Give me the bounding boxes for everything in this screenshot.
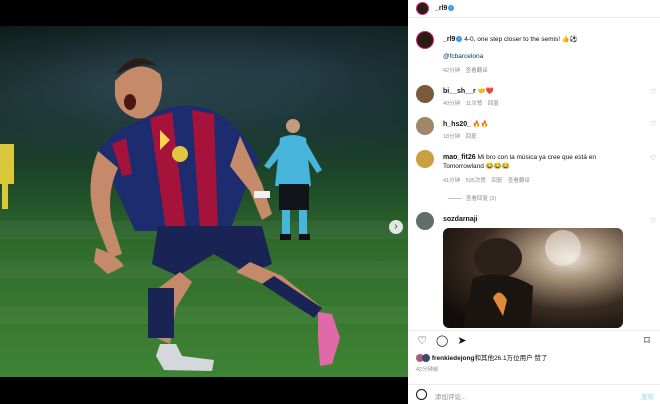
comment-translate-link[interactable]: 查看翻译 [508, 178, 530, 184]
caption-text: 4-0, one step closer to the semis! 👍⚽ [464, 36, 579, 43]
comment-text: 🤝❤️ [477, 88, 494, 95]
likes-count-text[interactable]: 和其他26.1万位用户 赞了 [474, 355, 547, 362]
mention-link[interactable]: @fcbarcelona [443, 53, 483, 60]
comment-reply-link[interactable]: 回复 [491, 178, 502, 184]
comment-image[interactable] [443, 228, 623, 328]
comment-row: mao_fit26 Mi bro con la música ya cree q… [443, 153, 638, 171]
comment-like-heart-icon[interactable]: ♡ [650, 155, 657, 162]
comment-avatar[interactable] [416, 212, 434, 230]
background-player [0, 144, 14, 209]
comment-image-art [463, 230, 581, 328]
caption-translate-link[interactable]: 查看翻译 [466, 68, 488, 74]
post-viewer: › _rl9 ✓ _rl9 ✓ 4-0, one step closer to th… [0, 0, 660, 404]
comment-like-heart-icon[interactable]: ♡ [650, 218, 657, 225]
caption-time: 42分钟 [443, 68, 461, 74]
caption-meta: 42分钟 查看翻译 [443, 66, 643, 74]
comment-text: 🔥🔥 [472, 121, 490, 128]
author-username[interactable]: _rl9 [435, 5, 447, 12]
comment-likes[interactable]: 11次赞 [466, 101, 483, 107]
comment-meta: 18分钟 回复 [443, 132, 643, 140]
comment-icon[interactable]: ◯ [436, 335, 448, 347]
comment-reply-link[interactable]: 回复 [488, 101, 499, 107]
caption-username[interactable]: _rl9 [443, 36, 455, 43]
players-illustration [0, 58, 340, 371]
comment-like-heart-icon[interactable]: ♡ [650, 121, 657, 128]
bookmark-icon[interactable]: ⌑ [641, 335, 653, 347]
comment-username[interactable]: bi__sh__r [443, 88, 476, 95]
comment-likes[interactable]: 535次赞 [466, 178, 486, 184]
view-replies-link[interactable]: 查看回复 (2) [466, 196, 496, 202]
post-comment-button[interactable]: 发布 [641, 391, 654, 401]
view-replies-row[interactable]: 查看回复 (2) [448, 194, 648, 202]
post-action-bar: ♡ ◯ ➤ ⌑ [408, 330, 660, 348]
emoji-icon[interactable] [416, 389, 427, 400]
chevron-right-icon: › [394, 221, 398, 232]
like-heart-icon[interactable]: ♡ [416, 335, 428, 347]
comment-time: 18分钟 [443, 134, 461, 140]
next-photo-button[interactable]: › [389, 220, 403, 234]
comment-username[interactable]: mao_fit26 [443, 154, 476, 161]
referee-figure [264, 119, 322, 240]
comment-meta: 40分钟 11次赞 回复 [443, 99, 643, 107]
comment-time: 41分钟 [443, 178, 461, 184]
verified-badge-icon: ✓ [456, 36, 463, 43]
comment-username[interactable]: h_hs20_ [443, 121, 471, 128]
comment-time: 40分钟 [443, 101, 461, 107]
caption-avatar[interactable] [416, 31, 434, 49]
comment-username[interactable]: sozdarnaji [443, 216, 478, 223]
author-avatar[interactable] [416, 2, 429, 15]
likes-summary: frenkiedejong和其他26.1万位用户 赞了 [416, 352, 656, 363]
liker-avatar [422, 354, 430, 363]
caption-row: _rl9 ✓ 4-0, one step closer to the semis!… [443, 35, 643, 43]
comment-row: bi__sh__r 🤝❤️ [443, 87, 643, 95]
liker-username[interactable]: frenkiedejong [432, 355, 475, 362]
comment-row: sozdarnaji [443, 216, 643, 223]
share-icon[interactable]: ➤ [456, 335, 468, 347]
post-header: _rl9 ✓ [408, 0, 660, 18]
comment-avatar[interactable] [416, 150, 434, 168]
comment-reply-link[interactable]: 回复 [466, 134, 477, 140]
caption-mention-row: @fcbarcelona [443, 53, 643, 60]
comment-like-heart-icon[interactable]: ♡ [650, 89, 657, 96]
comment-row: h_hs20_ 🔥🔥 [443, 120, 643, 128]
author-name-row: _rl9 ✓ [435, 5, 455, 12]
post-photo: › [0, 26, 408, 377]
verified-badge-icon: ✓ [448, 5, 455, 12]
comment-meta: 41分钟 535次赞 回复 查看翻译 [443, 176, 643, 184]
post-timestamp: 42分钟前 [416, 367, 439, 373]
comment-input[interactable]: 添加评论... [435, 391, 615, 401]
comment-avatar[interactable] [416, 85, 434, 103]
post-side-panel: _rl9 ✓ _rl9 ✓ 4-0, one step closer to the … [408, 0, 660, 404]
comment-composer: 添加评论... 发布 [408, 384, 660, 404]
view-replies-line [448, 198, 462, 200]
comment-avatar[interactable] [416, 117, 434, 135]
